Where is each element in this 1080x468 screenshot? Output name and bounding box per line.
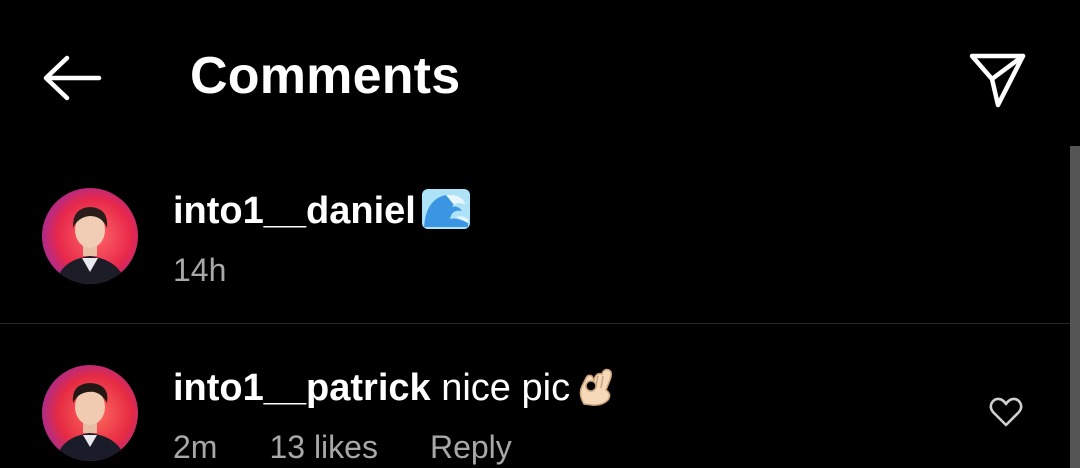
caption-line: into1__daniel <box>173 188 470 240</box>
page-title: Comments <box>190 47 461 105</box>
reply-button[interactable]: Reply <box>430 427 512 467</box>
caption-item: into1__daniel 14h <box>0 150 1070 323</box>
scrollbar[interactable] <box>1070 146 1080 468</box>
water-wave-emoji-icon <box>421 189 470 240</box>
share-button[interactable] <box>958 38 1038 118</box>
caption-timestamp: 14h <box>173 252 227 288</box>
comment-likes[interactable]: 13 likes <box>269 427 378 467</box>
comment-line: into1__patrick nice pic <box>173 364 616 417</box>
comments-screen: Comments into1__daniel 14h into1__patric… <box>0 0 1080 468</box>
comment-meta: 2m 13 likes Reply <box>173 427 512 467</box>
comment-item: into1__patrick nice pic 2m 13 likes Reply <box>0 324 1070 468</box>
avatar[interactable] <box>42 365 138 461</box>
comment-timestamp: 2m <box>173 429 218 465</box>
like-button[interactable] <box>984 390 1028 434</box>
arrow-left-icon <box>43 55 102 101</box>
caption-username[interactable]: into1__daniel <box>173 190 416 232</box>
ok-hand-emoji-icon <box>576 364 616 417</box>
comment-text: nice pic <box>441 367 571 409</box>
avatar[interactable] <box>42 188 138 284</box>
paper-plane-icon <box>969 53 1026 108</box>
heart-outline-icon <box>989 397 1023 427</box>
header-bar: Comments <box>0 0 1080 150</box>
back-button[interactable] <box>30 44 114 112</box>
caption-meta: 14h <box>173 250 226 290</box>
comment-username[interactable]: into1__patrick <box>173 367 431 409</box>
